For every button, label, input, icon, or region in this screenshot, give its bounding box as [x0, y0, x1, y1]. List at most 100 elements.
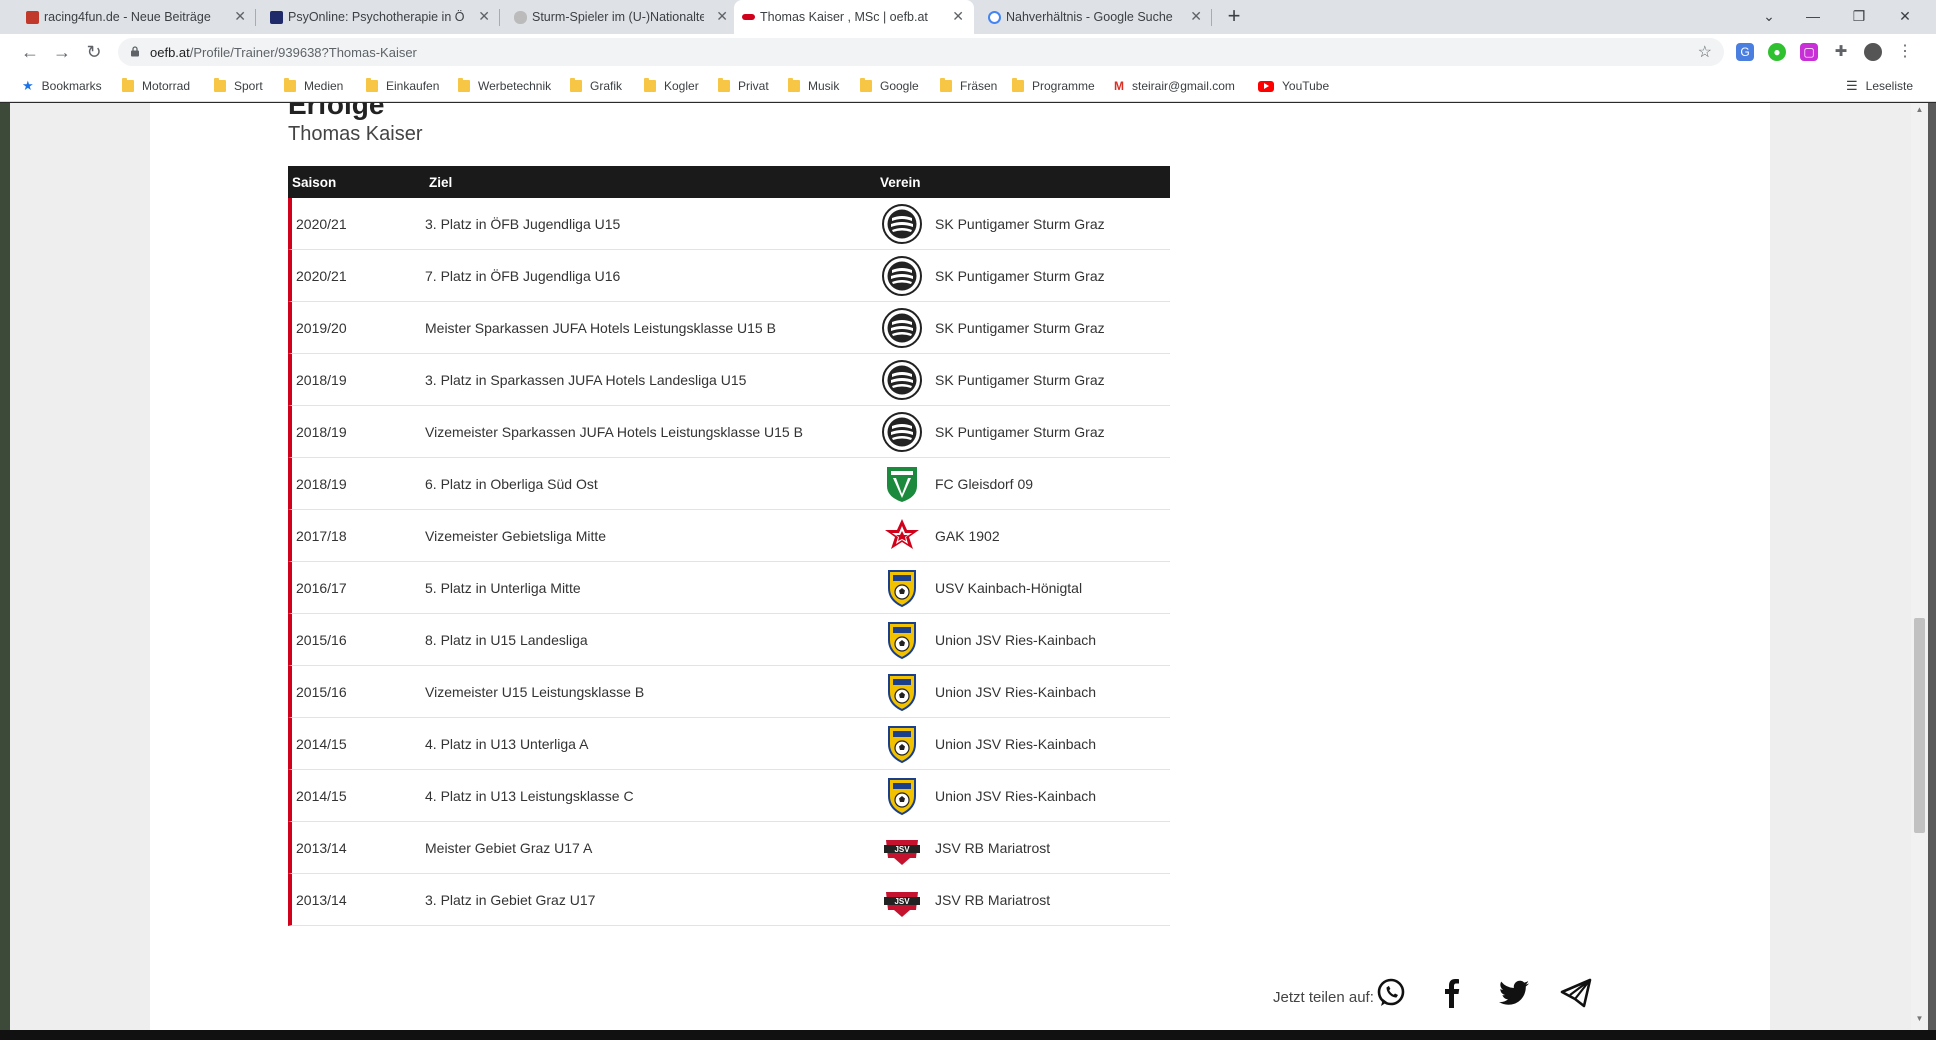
green-extension-icon[interactable]: ● [1768, 43, 1786, 61]
club-link[interactable]: SK Puntigamer Sturm Graz [935, 216, 1105, 232]
reading-list[interactable]: ☰ Leseliste [1846, 78, 1913, 94]
bookmark-einkaufen[interactable]: Einkaufen [366, 78, 439, 94]
google-icon [988, 11, 1001, 24]
reload-button[interactable]: ↻ [82, 40, 106, 64]
vertical-scrollbar[interactable]: ▲ ▼ [1911, 103, 1928, 1030]
table-row: 2019/20 Meister Sparkassen JUFA Hotels Le… [288, 302, 1170, 354]
tab-psyonline[interactable]: PsyOnline: Psychotherapie in Ö ✕ [262, 0, 500, 34]
club-logo-sturm[interactable] [882, 256, 922, 296]
whatsapp-icon[interactable] [1373, 975, 1409, 1011]
bookmark-musik[interactable]: Musik [788, 78, 839, 94]
minimize-button[interactable]: — [1790, 0, 1836, 34]
menu-kebab-icon[interactable]: ⋮ [1896, 43, 1914, 61]
purple-extension-icon[interactable]: ▢ [1800, 43, 1818, 61]
close-icon[interactable]: ✕ [478, 9, 490, 23]
club-link[interactable]: GAK 1902 [935, 528, 1000, 544]
club-link[interactable]: JSV RB Mariatrost [935, 840, 1050, 856]
club-link[interactable]: JSV RB Mariatrost [935, 892, 1050, 908]
bookmark-motorrad[interactable]: Motorrad [122, 78, 190, 94]
translate-extension-icon[interactable]: G [1736, 43, 1754, 61]
bookmark-google[interactable]: Google [860, 78, 919, 94]
close-window-button[interactable]: ✕ [1882, 0, 1928, 34]
tab-racing4fun[interactable]: racing4fun.de - Neue Beiträge ✕ [18, 0, 256, 34]
club-link[interactable]: Union JSV Ries-Kainbach [935, 736, 1096, 752]
taskbar [0, 1030, 1936, 1040]
telegram-icon[interactable] [1558, 975, 1594, 1011]
season-cell: 2015/16 [296, 684, 347, 700]
tab-sturm-spieler[interactable]: Sturm-Spieler im (U-)Nationaltea ✕ [506, 0, 738, 34]
season-cell: 2018/19 [296, 476, 347, 492]
club-logo-kainbach[interactable] [882, 568, 922, 608]
bookmark-gmail[interactable]: Msteirair@gmail.com [1114, 78, 1235, 94]
restore-button[interactable]: ❐ [1836, 0, 1882, 34]
club-logo-kainbach[interactable] [882, 776, 922, 816]
folder-icon [366, 78, 378, 92]
club-logo-mariatrost[interactable]: JSV [882, 880, 922, 920]
bookmark-medien[interactable]: Medien [284, 78, 343, 94]
profile-avatar[interactable] [1864, 43, 1882, 61]
new-tab-button[interactable]: + [1222, 5, 1246, 29]
facebook-icon[interactable] [1434, 975, 1470, 1011]
season-cell: 2016/17 [296, 580, 347, 596]
club-link[interactable]: Union JSV Ries-Kainbach [935, 788, 1096, 804]
club-logo-sturm[interactable] [882, 360, 922, 400]
club-logo-gak[interactable] [882, 516, 922, 556]
close-icon[interactable]: ✕ [234, 9, 246, 23]
club-logo-sturm[interactable] [882, 308, 922, 348]
club-link[interactable]: USV Kainbach-Hönigtal [935, 580, 1082, 596]
club-logo-kainbach[interactable] [882, 620, 922, 660]
club-link[interactable]: SK Puntigamer Sturm Graz [935, 424, 1105, 440]
bookmark-grafik[interactable]: Grafik [570, 78, 622, 94]
address-bar[interactable]: oefb.at/Profile/Trainer/939638?Thomas-Ka… [118, 38, 1724, 66]
twitter-icon[interactable] [1496, 975, 1532, 1011]
table-row: 2014/15 4. Platz in U13 Unterliga A Union … [288, 718, 1170, 770]
club-logo-sturm[interactable] [882, 204, 922, 244]
club-link[interactable]: SK Puntigamer Sturm Graz [935, 372, 1105, 388]
goal-cell: 5. Platz in Unterliga Mitte [425, 580, 581, 596]
scroll-up-arrow[interactable]: ▲ [1911, 105, 1928, 119]
tab-google[interactable]: Nahverhältnis - Google Suche ✕ [980, 0, 1212, 34]
bookmark-programme[interactable]: Programme [1012, 78, 1095, 94]
bookmark-werbetechnik[interactable]: Werbetechnik [458, 78, 551, 94]
goal-cell: Meister Gebiet Graz U17 A [425, 840, 593, 856]
reading-list-icon: ☰ [1846, 78, 1858, 93]
club-link[interactable]: SK Puntigamer Sturm Graz [935, 320, 1105, 336]
bookmark-bookmarks[interactable]: ★ Bookmarks [22, 78, 102, 94]
close-icon[interactable]: ✕ [1190, 9, 1202, 23]
goal-cell: 7. Platz in ÖFB Jugendliga U16 [425, 268, 621, 284]
club-logo-gleisdorf[interactable] [882, 464, 922, 504]
bookmark-privat[interactable]: Privat [718, 78, 769, 94]
goal-cell: Vizemeister U15 Leistungsklasse B [425, 684, 645, 700]
scrollbar-thumb[interactable] [1914, 618, 1925, 833]
background-edge [1928, 103, 1936, 1030]
puzzle-extensions-icon[interactable]: ✚ [1832, 43, 1850, 61]
bookmark-star-icon[interactable]: ☆ [1698, 42, 1712, 62]
tab-oefb-active[interactable]: Thomas Kaiser , MSc | oefb.at ✕ [734, 0, 974, 34]
bookmark-youtube[interactable]: YouTube [1258, 78, 1329, 94]
favicon [270, 11, 283, 24]
table-row: 2013/14 Meister Gebiet Graz U17 A JSV JSV R… [288, 822, 1170, 874]
back-button[interactable]: ← [18, 40, 42, 64]
scroll-down-arrow[interactable]: ▼ [1911, 1014, 1928, 1028]
bookmark-kogler[interactable]: Kogler [644, 78, 699, 94]
club-logo-kainbach[interactable] [882, 672, 922, 712]
club-logo-mariatrost[interactable]: JSV [882, 828, 922, 868]
club-logo-sturm[interactable] [882, 412, 922, 452]
season-cell: 2018/19 [296, 372, 347, 388]
close-icon[interactable]: ✕ [952, 9, 964, 23]
gmail-icon: M [1114, 79, 1124, 93]
column-header-goal: Ziel [429, 175, 453, 190]
table-row: 2016/17 5. Platz in Unterliga Mitte USV Ka… [288, 562, 1170, 614]
bookmark-fraesen[interactable]: Fräsen [940, 78, 997, 94]
close-icon[interactable]: ✕ [716, 9, 728, 23]
table-row: 2018/19 Vizemeister Sparkassen JUFA Hotel… [288, 406, 1170, 458]
club-logo-kainbach[interactable] [882, 724, 922, 764]
folder-icon [860, 78, 872, 92]
club-link[interactable]: FC Gleisdorf 09 [935, 476, 1033, 492]
club-link[interactable]: Union JSV Ries-Kainbach [935, 632, 1096, 648]
forward-button[interactable]: → [50, 40, 74, 64]
club-link[interactable]: Union JSV Ries-Kainbach [935, 684, 1096, 700]
club-link[interactable]: SK Puntigamer Sturm Graz [935, 268, 1105, 284]
bookmark-sport[interactable]: Sport [214, 78, 263, 94]
tab-search-icon[interactable]: ⌄ [1746, 0, 1792, 34]
